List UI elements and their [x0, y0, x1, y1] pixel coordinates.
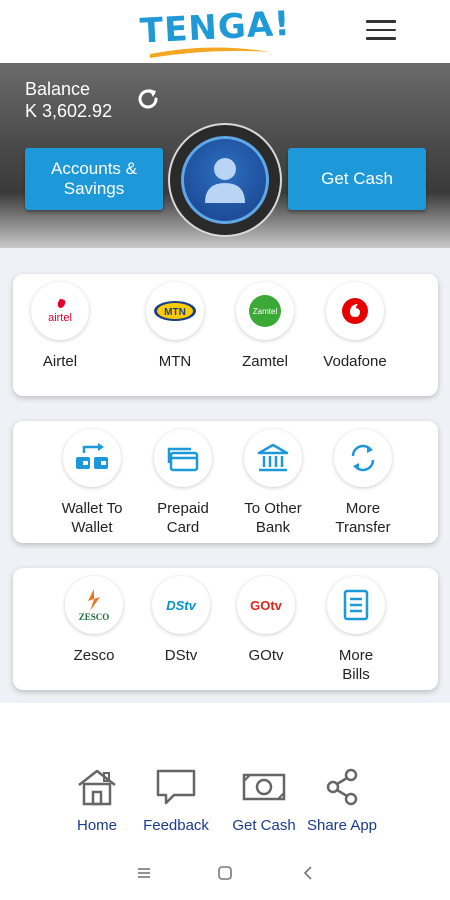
feedback-icon: [156, 769, 196, 805]
gotv-logo: GOtv: [237, 576, 295, 634]
airtel-label: Airtel: [42, 353, 78, 370]
spacer: [0, 703, 450, 753]
mtn-label: MTN: [158, 353, 192, 370]
nav-home-label: Home: [76, 817, 117, 834]
nav-feedback-label: Feedback: [143, 817, 209, 834]
svg-text:ZESCO: ZESCO: [79, 612, 110, 622]
gotv-item[interactable]: GOtv GOtv: [221, 576, 311, 665]
home-icon: [78, 769, 116, 806]
zesco-item[interactable]: ZESCO Zesco: [49, 576, 139, 665]
zamtel-label: Zamtel: [242, 353, 288, 370]
document-icon: [327, 576, 385, 634]
zamtel-item[interactable]: Zamtel Zamtel: [220, 282, 310, 371]
zamtel-logo: Zamtel: [236, 282, 294, 340]
gotv-label: GOtv: [248, 647, 284, 664]
services-area: airtel Airtel MTN MTN Zamtel Zamtel Voda…: [0, 248, 450, 703]
balance-amount: K 3,602.92: [25, 101, 113, 121]
more-transfer-label: More Transfer: [335, 500, 391, 536]
back-icon[interactable]: [298, 863, 318, 883]
recent-apps-icon[interactable]: [134, 863, 154, 883]
airtel-item[interactable]: airtel Airtel: [15, 282, 105, 371]
wallet-to-wallet-item[interactable]: Wallet To Wallet: [47, 429, 137, 537]
hamburger-menu-icon[interactable]: [366, 20, 396, 44]
transfer-card: Wallet To Wallet Prepaid Card To Other B…: [13, 421, 438, 543]
mtn-logo: MTN: [146, 282, 204, 340]
nav-get-cash-label: Get Cash: [232, 817, 296, 834]
prepaid-card-icon: [154, 429, 212, 487]
svg-text:GOtv: GOtv: [250, 598, 283, 613]
system-navigation-bar: [0, 845, 450, 900]
nav-feedback[interactable]: Feedback: [131, 767, 221, 834]
airtime-card: airtel Airtel MTN MTN Zamtel Zamtel Voda…: [13, 274, 438, 396]
get-cash-button[interactable]: Get Cash: [288, 148, 426, 210]
transfer-cycle-icon: [334, 429, 392, 487]
more-bills-label: More Bills: [338, 647, 374, 683]
user-avatar-icon: [181, 136, 269, 224]
nav-home[interactable]: Home: [52, 767, 142, 834]
svg-text:airtel: airtel: [48, 312, 72, 324]
mtn-item[interactable]: MTN MTN: [130, 282, 220, 371]
zesco-logo: ZESCO: [65, 576, 123, 634]
airtel-logo: airtel: [31, 282, 89, 340]
wallet-transfer-icon: [63, 429, 121, 487]
tenga-logo: TENGA!: [139, 4, 292, 58]
svg-text:DStv: DStv: [166, 598, 196, 613]
to-other-bank-item[interactable]: To Other Bank: [228, 429, 318, 537]
app-header: TENGA!: [0, 0, 450, 63]
nav-get-cash[interactable]: Get Cash: [219, 767, 309, 834]
balance-panel: Balance K 3,602.92 Accounts & Savings Ge…: [0, 63, 450, 248]
cash-icon: [242, 773, 286, 801]
to-other-bank-label: To Other Bank: [244, 500, 302, 536]
prepaid-card-label: Prepaid Card: [157, 500, 209, 536]
logo-swoosh-icon: [150, 47, 270, 58]
share-icon: [326, 768, 358, 806]
home-button-icon[interactable]: [215, 863, 235, 883]
dstv-item[interactable]: DStv DStv: [136, 576, 226, 665]
more-transfer-item[interactable]: More Transfer: [318, 429, 408, 537]
dstv-logo: DStv: [152, 576, 210, 634]
bills-card: ZESCO Zesco DStv DStv GOtv GOtv More Bil…: [13, 568, 438, 690]
profile-avatar-button[interactable]: [168, 123, 282, 237]
svg-text:Zamtel: Zamtel: [253, 307, 278, 316]
vodafone-item[interactable]: Vodafone: [310, 282, 400, 371]
wallet-to-wallet-label: Wallet To Wallet: [61, 500, 123, 536]
svg-text:MTN: MTN: [164, 307, 186, 318]
prepaid-card-item[interactable]: Prepaid Card: [138, 429, 228, 537]
bottom-navigation: Home Feedback Get Cash Share App: [0, 753, 450, 845]
balance-label: Balance: [25, 79, 91, 99]
nav-share-app-label: Share App: [306, 817, 378, 834]
dstv-label: DStv: [164, 647, 198, 664]
zesco-label: Zesco: [73, 647, 115, 664]
accounts-savings-button[interactable]: Accounts & Savings: [25, 148, 163, 210]
refresh-icon[interactable]: [134, 85, 162, 113]
bank-icon: [244, 429, 302, 487]
more-bills-item[interactable]: More Bills: [311, 576, 401, 684]
vodafone-label: Vodafone: [323, 353, 387, 370]
vodafone-logo: [326, 282, 384, 340]
nav-share-app[interactable]: Share App: [297, 767, 387, 834]
